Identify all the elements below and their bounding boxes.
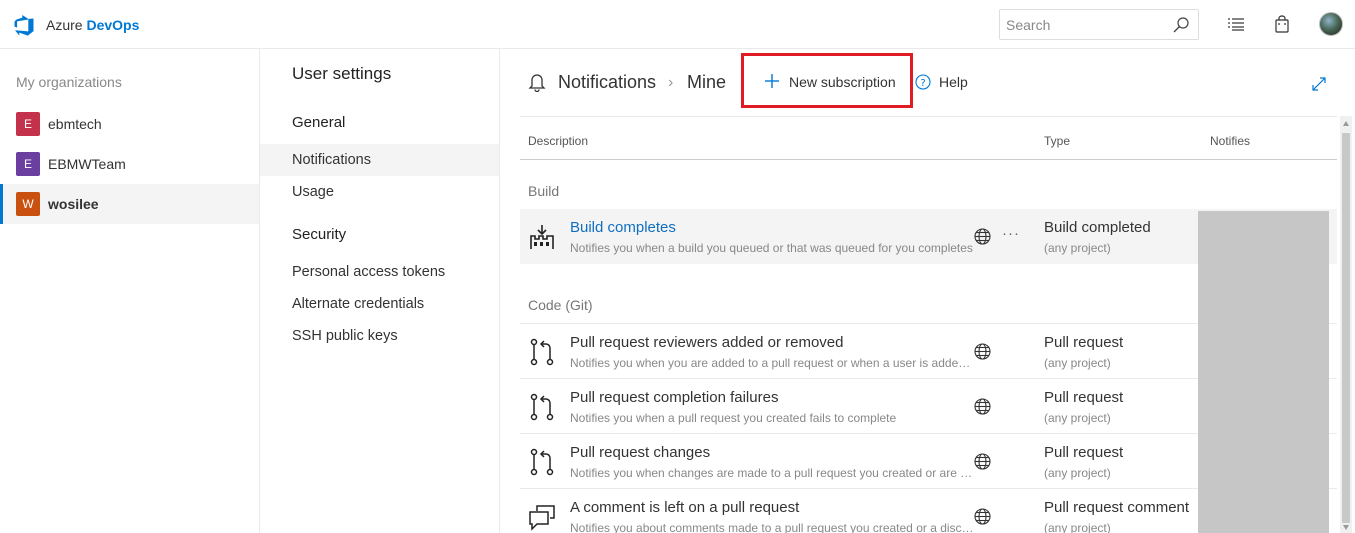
pull-request-icon (530, 393, 554, 421)
org-item-ebmtech[interactable]: E ebmtech (0, 104, 259, 144)
breadcrumb-separator: › (668, 74, 674, 91)
organizations-panel: My organizations E ebmtech E EBMWTeam W … (0, 49, 260, 533)
nav-label: Alternate credentials (292, 296, 425, 312)
notifies-column-redaction (1198, 211, 1329, 533)
org-item-ebmwteam[interactable]: E EBMWTeam (0, 144, 259, 184)
subscription-scope: (any project) (1044, 521, 1111, 533)
subscription-scope: (any project) (1044, 466, 1111, 480)
organizations-title: My organizations (16, 74, 122, 90)
brand-name: DevOps (86, 17, 140, 33)
nav-label: Personal access tokens (292, 264, 446, 280)
pull-request-icon (530, 448, 554, 476)
general-section-header: General (292, 114, 346, 131)
new-subscription-button[interactable]: New subscription (741, 53, 913, 108)
group-header-code-git: Code (Git) (528, 297, 593, 313)
subscription-title[interactable]: Pull request reviewers added or removed (570, 334, 843, 351)
app-brand[interactable]: Azure DevOps (46, 17, 139, 33)
subscription-description: Notifies you when a pull request you cre… (570, 411, 897, 425)
user-settings-title: User settings (292, 64, 392, 83)
group-header-build: Build (528, 183, 560, 199)
scroll-down-icon[interactable] (1342, 522, 1350, 532)
scroll-up-icon[interactable] (1342, 119, 1350, 129)
org-badge: E (16, 152, 40, 176)
task-list-icon[interactable] (1227, 15, 1245, 33)
help-link[interactable]: Help (939, 74, 968, 90)
scrollbar-thumb[interactable] (1342, 133, 1350, 523)
pull-request-icon (530, 338, 554, 366)
org-badge: W (16, 192, 40, 216)
subscription-title[interactable]: A comment is left on a pull request (570, 499, 799, 516)
subscription-title[interactable]: Pull request changes (570, 444, 710, 461)
breadcrumb-mine[interactable]: Mine (687, 72, 726, 93)
globe-icon (974, 228, 991, 245)
comment-icon (529, 505, 555, 531)
org-name: EBMWTeam (48, 156, 126, 172)
subscription-scope: (any project) (1044, 356, 1111, 370)
more-actions-icon[interactable]: ··· (1002, 225, 1020, 242)
bell-icon (528, 74, 546, 92)
top-bar: Azure DevOps (0, 0, 1355, 49)
subscription-title[interactable]: Build completes (570, 219, 676, 236)
nav-usage[interactable]: Usage (260, 176, 499, 208)
column-type[interactable]: Type (1044, 134, 1070, 148)
subscription-description: Notifies you about comments made to a pu… (570, 521, 975, 533)
globe-icon (974, 453, 991, 470)
subscription-description: Notifies you when changes are made to a … (570, 466, 975, 480)
new-subscription-label: New subscription (789, 74, 896, 90)
column-notifies[interactable]: Notifies (1210, 134, 1250, 148)
subscription-type: Build completed (1044, 219, 1151, 236)
nav-label: Notifications (292, 152, 371, 168)
search-icon[interactable] (1172, 16, 1190, 34)
help-icon[interactable]: ? (915, 74, 931, 90)
notifications-main: Notifications › Mine New subscription ? … (500, 49, 1355, 533)
breadcrumb-notifications[interactable]: Notifications (558, 72, 656, 93)
org-item-wosilee[interactable]: W wosilee (0, 184, 259, 224)
nav-alternate-credentials[interactable]: Alternate credentials (260, 288, 499, 320)
table-header: Description Type Notifies (520, 116, 1337, 160)
subscription-description: Notifies you when you are added to a pul… (570, 356, 975, 370)
org-name: ebmtech (48, 116, 102, 132)
user-settings-panel: User settings General Notifications Usag… (260, 49, 500, 533)
subscription-type: Pull request comment (1044, 499, 1190, 516)
column-description[interactable]: Description (528, 134, 588, 148)
plus-icon (765, 74, 779, 88)
azure-devops-logo-icon[interactable] (12, 13, 36, 37)
nav-label: Usage (292, 184, 334, 200)
build-icon (530, 225, 554, 249)
subscription-type: Pull request (1044, 444, 1124, 461)
shopping-bag-icon[interactable] (1273, 15, 1291, 33)
org-name: wosilee (48, 196, 99, 212)
svg-text:?: ? (920, 78, 925, 89)
brand-prefix: Azure (46, 17, 83, 33)
nav-label: SSH public keys (292, 328, 398, 344)
nav-personal-access-tokens[interactable]: Personal access tokens (260, 256, 499, 288)
globe-icon (974, 508, 991, 525)
security-section-header: Security (292, 226, 347, 243)
search-input[interactable] (1000, 10, 1160, 39)
nav-notifications[interactable]: Notifications (260, 144, 499, 176)
user-avatar[interactable] (1319, 12, 1343, 36)
subscription-title[interactable]: Pull request completion failures (570, 389, 778, 406)
org-badge: E (16, 112, 40, 136)
search-box[interactable] (999, 9, 1199, 40)
subscription-scope: (any project) (1044, 411, 1111, 425)
expand-icon[interactable] (1311, 76, 1327, 92)
subscription-description: Notifies you when a build you queued or … (570, 241, 973, 255)
globe-icon (974, 398, 991, 415)
globe-icon (974, 343, 991, 360)
nav-ssh-public-keys[interactable]: SSH public keys (260, 320, 499, 352)
subscription-scope: (any project) (1044, 241, 1111, 255)
subscription-type: Pull request (1044, 334, 1124, 351)
subscription-type: Pull request (1044, 389, 1124, 406)
